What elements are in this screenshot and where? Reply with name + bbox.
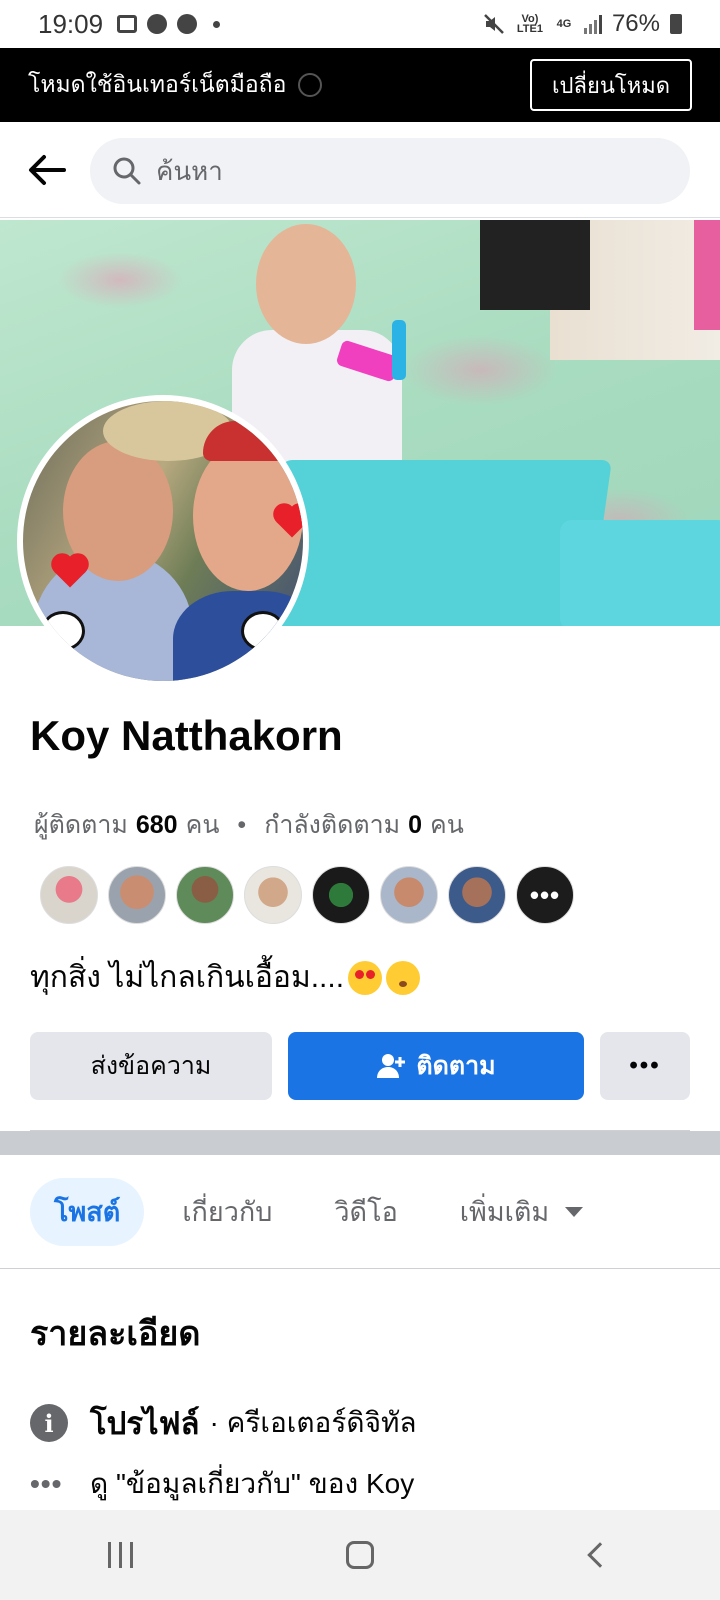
- follower-avatar[interactable]: [380, 866, 438, 924]
- cover-speaker: [480, 220, 590, 310]
- followers-unit: คน: [185, 811, 220, 839]
- data-mode-text: โหมดใช้อินเทอร์เน็ตมือถือ: [28, 71, 287, 97]
- info-icon[interactable]: [298, 73, 323, 97]
- follow-button-label: ติดตาม: [416, 1052, 496, 1080]
- profile-avatar[interactable]: [17, 395, 309, 687]
- more-notifications-icon: [213, 20, 221, 28]
- switch-mode-button[interactable]: เปลี่ยนโหมด: [530, 59, 692, 111]
- followers-count[interactable]: 680: [136, 811, 178, 840]
- follower-avatar[interactable]: [40, 866, 98, 924]
- cover-toy-stick: [392, 320, 406, 380]
- info-icon: i: [30, 1404, 68, 1442]
- status-right: Vo) LTE1 4G 76%: [482, 10, 682, 38]
- follower-avatars: •••: [40, 866, 574, 924]
- chevron-down-icon: [565, 1206, 584, 1217]
- following-count[interactable]: 0: [408, 811, 422, 840]
- messenger-icon: [147, 14, 168, 34]
- network-type-label: 4G: [556, 18, 572, 30]
- signal-icon: [583, 14, 602, 34]
- avatar-helmet: [203, 421, 293, 461]
- detail-profile-row: i โปรไฟล์ · ครีเอเตอร์ดิจิทัล: [30, 1398, 417, 1448]
- cover-pink-cabinet: [694, 220, 720, 330]
- system-navigation-bar: [0, 1510, 720, 1600]
- search-input[interactable]: [156, 155, 636, 187]
- more-dots-icon: •••: [30, 1468, 63, 1499]
- mickey-sticker-icon: [241, 611, 285, 651]
- data-mode-banner: โหมดใช้อินเทอร์เน็ตมือถือ เปลี่ยนโหมด: [0, 48, 720, 122]
- follow-button[interactable]: ติดตาม: [288, 1032, 584, 1100]
- profile-photo: [23, 401, 303, 681]
- volte-label: Vo) LTE1: [516, 13, 543, 35]
- status-time: 19:09: [38, 8, 104, 39]
- details-heading: รายละเอียด: [30, 1315, 201, 1353]
- mickey-sticker-icon: [41, 611, 85, 651]
- cover-table: [258, 460, 612, 626]
- following-label: กำลังติดตาม: [264, 811, 401, 839]
- back-chevron-icon: [587, 1542, 613, 1568]
- battery-icon: [670, 14, 682, 34]
- home-button[interactable]: [330, 1525, 390, 1585]
- profile-category-value: · ครีเอเตอร์ดิจิทัล: [209, 1407, 417, 1438]
- following-unit: คน: [430, 811, 464, 839]
- more-followers-button[interactable]: •••: [516, 866, 574, 924]
- status-bar: 19:09 Vo) LTE1 4G 76%: [0, 0, 720, 48]
- tab-posts[interactable]: โพสต์: [30, 1177, 145, 1246]
- follower-avatar[interactable]: [176, 866, 234, 924]
- followers-label: ผู้ติดตาม: [34, 811, 128, 839]
- follower-avatar[interactable]: [108, 866, 166, 924]
- bio-text: ทุกสิ่ง ไม่ไกลเกินเอื้อม....: [30, 961, 345, 994]
- follower-avatar[interactable]: [244, 866, 302, 924]
- section-separator: [0, 1131, 720, 1155]
- tab-more-label: เพิ่มเติม: [459, 1197, 550, 1227]
- tab-about[interactable]: เกี่ยวกับ: [158, 1178, 296, 1246]
- tab-videos[interactable]: วิดีโอ: [310, 1178, 421, 1246]
- kissing-emoji-icon: [386, 960, 421, 995]
- mute-icon: [484, 14, 504, 34]
- follower-avatar[interactable]: [448, 866, 506, 924]
- recent-apps-icon: [107, 1542, 133, 1568]
- battery-percent: 76%: [611, 10, 660, 37]
- tab-more[interactable]: เพิ่มเติม: [436, 1178, 607, 1246]
- notification-icons: [117, 14, 221, 34]
- message-button[interactable]: ส่งข้อความ: [30, 1032, 272, 1100]
- profile-actions: ส่งข้อความ ติดตาม •••: [30, 1032, 690, 1100]
- heart-eyes-emoji-icon: [348, 960, 383, 995]
- home-icon: [346, 1541, 374, 1569]
- cover-child-head: [256, 224, 356, 344]
- search-icon: [113, 157, 141, 185]
- follow-stats: ผู้ติดตาม 680 คน • กำลังติดตาม 0 คน: [34, 805, 464, 845]
- profile-category-label: โปรไฟล์: [90, 1406, 200, 1441]
- search-box[interactable]: [90, 138, 690, 204]
- profile-bio: ทุกสิ่ง ไม่ไกลเกินเอื้อม....: [30, 954, 421, 1001]
- gallery-icon: [117, 15, 138, 33]
- line-icon: [177, 14, 198, 34]
- detail-about-row[interactable]: ••• ดู "ข้อมูลเกี่ยวกับ" ของ Koy: [30, 1462, 414, 1506]
- stats-separator: •: [237, 810, 247, 839]
- profile-tabs: โพสต์ เกี่ยวกับ วิดีโอ เพิ่มเติม: [0, 1155, 720, 1269]
- recent-apps-button[interactable]: [90, 1525, 150, 1585]
- search-row: [0, 122, 720, 218]
- about-link[interactable]: ดู "ข้อมูลเกี่ยวกับ" ของ Koy: [90, 1462, 414, 1506]
- more-options-button[interactable]: •••: [600, 1032, 690, 1100]
- follower-avatar[interactable]: [312, 866, 370, 924]
- follow-icon: [377, 1054, 406, 1078]
- profile-name: Koy Natthakorn: [30, 712, 343, 759]
- cover-table-right: [560, 520, 720, 626]
- back-arrow-icon[interactable]: [24, 148, 68, 192]
- system-back-button[interactable]: [570, 1525, 630, 1585]
